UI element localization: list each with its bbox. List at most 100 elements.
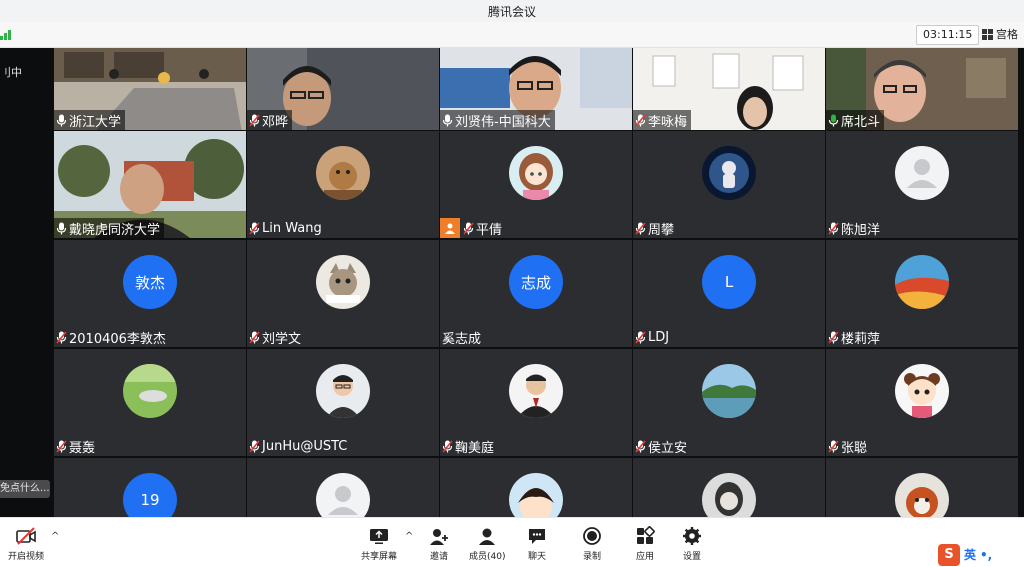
- participant-avatar: [895, 146, 949, 200]
- mic-muted-icon: [249, 221, 260, 235]
- participant-tile[interactable]: [247, 458, 439, 517]
- participant-name: LDJ: [648, 329, 670, 345]
- participant-avatar: 敦杰: [123, 255, 177, 309]
- sogou-ime-icon: S: [938, 543, 960, 566]
- participant-name: 陈旭洋: [841, 222, 881, 238]
- participant-tile[interactable]: 陈旭洋: [826, 131, 1018, 238]
- ime-indicator[interactable]: S 英 •,: [938, 542, 1024, 567]
- participant-tile[interactable]: 张聪: [826, 349, 1018, 456]
- participant-name-bar: 平倩: [440, 218, 506, 238]
- mic-icon: [56, 114, 67, 126]
- participant-grid: 浙江大学 邓晔 刘贤伟-中国科大 李咏梅 席北斗戴晓虎同济大学 Lin Wang 平倩 周攀 陈…: [53, 48, 1024, 517]
- settings-icon: [683, 527, 701, 545]
- participant-tile[interactable]: 邓晔: [247, 48, 439, 130]
- mic-muted-icon: [463, 221, 474, 235]
- window-title: 腾讯会议: [487, 4, 536, 19]
- mic-muted-icon: [635, 330, 646, 344]
- participant-avatar: [509, 473, 563, 517]
- participant-name-bar: 鞠美庭: [440, 436, 498, 456]
- participant-name-bar: 席北斗: [826, 110, 885, 130]
- participant-tile[interactable]: [826, 458, 1018, 517]
- bottom-toolbar: 开启视频 ^ ^ 共享屏幕 邀请 成员(40) 聊天 录制 应用 设置: [0, 517, 1024, 567]
- participant-tile[interactable]: 戴晓虎同济大学: [54, 131, 246, 238]
- participant-name: 楼莉萍: [841, 331, 881, 347]
- toolbar-item-label: 成员(40): [469, 552, 506, 562]
- participant-tile[interactable]: 浙江大学: [54, 48, 246, 130]
- participant-tile[interactable]: 楼莉萍: [826, 240, 1018, 347]
- participant-tile[interactable]: [440, 458, 632, 517]
- participant-avatar: [895, 364, 949, 418]
- chat-message-preview[interactable]: 免点什么...: [0, 480, 50, 498]
- participant-avatar: [509, 146, 563, 200]
- participant-tile[interactable]: [633, 458, 825, 517]
- participant-tile[interactable]: 席北斗: [826, 48, 1018, 130]
- participant-tile[interactable]: 侯立安: [633, 349, 825, 456]
- participant-avatar: [123, 364, 177, 418]
- participant-tile[interactable]: 19: [54, 458, 246, 517]
- participant-tile[interactable]: 平倩: [440, 131, 632, 238]
- toolbar-item-label: 聊天: [527, 552, 546, 562]
- mic-muted-icon: [828, 330, 839, 344]
- share-screen-button[interactable]: 共享屏幕: [361, 526, 397, 562]
- toolbar-item-label: 共享屏幕: [361, 552, 398, 562]
- layout-toggle-button[interactable]: 宫格: [982, 25, 1018, 43]
- network-signal-icon[interactable]: [0, 29, 11, 40]
- toolbar-item-label: 设置: [682, 552, 701, 562]
- participant-tile[interactable]: 周攀: [633, 131, 825, 238]
- mic-muted-icon: [249, 113, 260, 127]
- participant-tile[interactable]: 刘贤伟-中国科大: [440, 48, 632, 130]
- participant-tile[interactable]: L LDJ: [633, 240, 825, 347]
- record-button[interactable]: 录制: [581, 526, 603, 562]
- video-options-chevron-icon[interactable]: ^: [51, 531, 59, 542]
- participant-name-bar: JunHu@USTC: [247, 436, 351, 456]
- participant-avatar: 19: [123, 473, 177, 517]
- toolbar-item-label: 录制: [582, 552, 601, 562]
- participant-name-bar: 聂轰: [54, 436, 99, 456]
- members-button[interactable]: 成员(40): [469, 526, 505, 562]
- participant-tile[interactable]: JunHu@USTC: [247, 349, 439, 456]
- mic-muted-icon: [635, 439, 646, 453]
- participant-name: 戴晓虎同济大学: [69, 222, 161, 238]
- participant-avatar: [509, 364, 563, 418]
- participant-tile[interactable]: 鞠美庭: [440, 349, 632, 456]
- chat-icon: [529, 529, 545, 544]
- participant-name-bar: 陈旭洋: [826, 218, 884, 238]
- mic-muted-icon: [56, 330, 67, 344]
- chat-button[interactable]: 聊天: [526, 526, 548, 562]
- participant-avatar: [316, 146, 370, 200]
- start-video-button[interactable]: 开启视频: [8, 526, 44, 562]
- record-icon: [583, 527, 601, 545]
- participant-avatar: 志成: [509, 255, 563, 309]
- participant-name: 平倩: [476, 222, 503, 238]
- participant-name: 周攀: [648, 222, 675, 238]
- participant-name-bar: 刘学文: [247, 327, 305, 347]
- layout-label: 宫格: [996, 28, 1018, 41]
- participant-tile[interactable]: 志成 奚志成: [440, 240, 632, 347]
- participant-name: 鞠美庭: [455, 440, 495, 456]
- invite-button[interactable]: 邀请: [428, 526, 450, 562]
- mic-muted-icon: [828, 221, 839, 235]
- settings-button[interactable]: 设置: [681, 526, 703, 562]
- participant-tile[interactable]: 李咏梅: [633, 48, 825, 130]
- participant-avatar: L: [702, 255, 756, 309]
- participant-name: 李咏梅: [648, 114, 688, 130]
- participant-tile[interactable]: 敦杰 2010406李敦杰: [54, 240, 246, 347]
- mic-muted-icon: [56, 439, 67, 453]
- participant-tile[interactable]: Lin Wang: [247, 131, 439, 238]
- participant-name: 席北斗: [841, 114, 881, 130]
- share-screen-icon: [370, 529, 388, 544]
- participant-name-bar: 张聪: [826, 436, 871, 456]
- mic-muted-icon: [635, 221, 646, 235]
- toolbar-item-label: 应用: [635, 552, 654, 562]
- participant-name: 2010406李敦杰: [69, 331, 166, 347]
- meeting-top-bar: 03:11:15 宫格: [0, 22, 1024, 48]
- share-options-chevron-icon[interactable]: ^: [405, 531, 413, 542]
- participant-tile[interactable]: 聂轰: [54, 349, 246, 456]
- participant-name: 邓晔: [262, 114, 289, 130]
- participant-name-bar: LDJ: [633, 327, 673, 347]
- participant-tile[interactable]: 刘学文: [247, 240, 439, 347]
- apps-button[interactable]: 应用: [634, 526, 656, 562]
- screen-share-badge-icon: [440, 218, 460, 238]
- participant-avatar: [895, 255, 949, 309]
- ime-punct: •,: [980, 547, 993, 562]
